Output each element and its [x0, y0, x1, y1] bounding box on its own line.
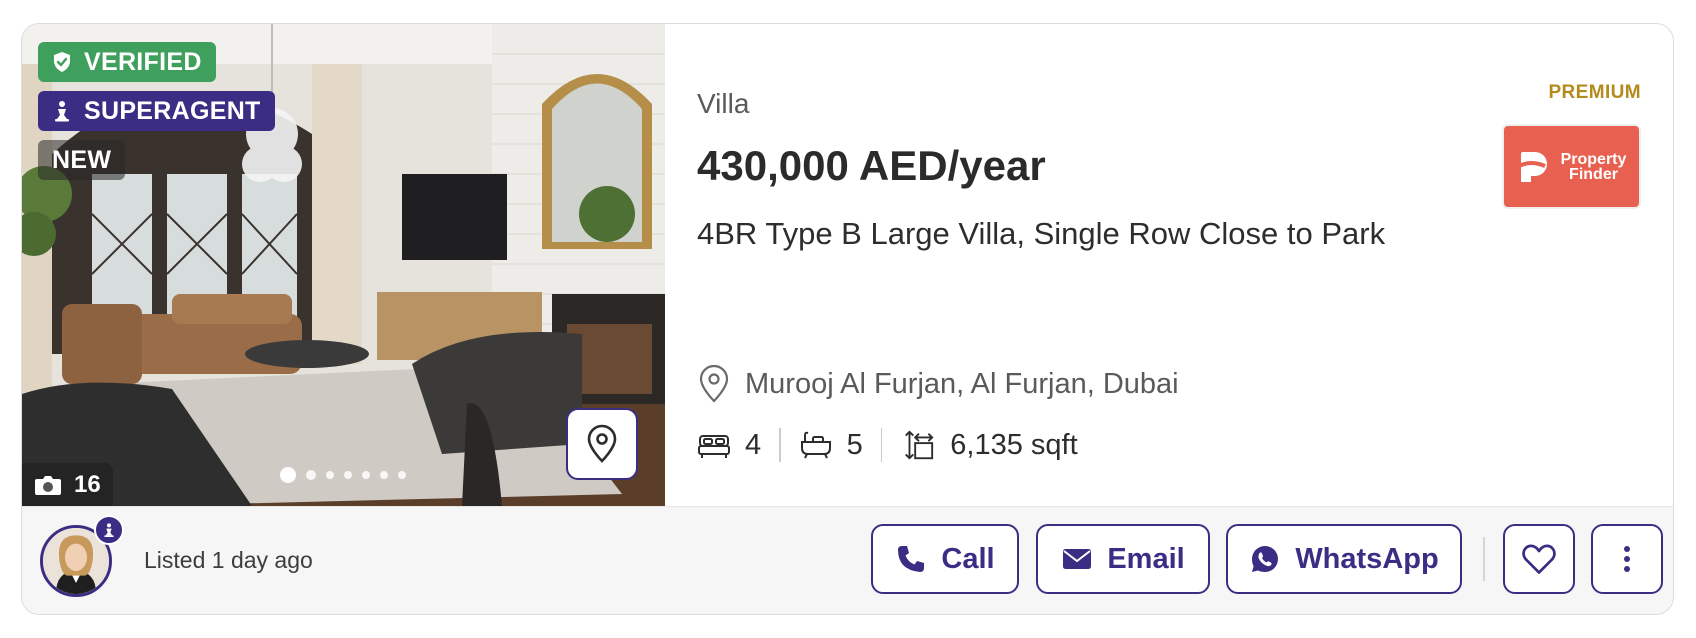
camera-icon: [35, 476, 61, 495]
bedrooms-value: 4: [745, 428, 762, 461]
property-location: Murooj Al Furjan, Al Furjan, Dubai: [697, 364, 1179, 404]
bed-icon: [698, 435, 730, 458]
whatsapp-button[interactable]: WhatsApp: [1226, 524, 1462, 594]
card-footer: Listed 1 day ago Call Email WhatsApp: [22, 506, 1673, 614]
bathrooms-spec: 5: [799, 428, 863, 462]
chess-pawn-icon: [55, 101, 69, 122]
property-photo[interactable]: VERIFIED SUPERAGENT NEW 16: [22, 24, 665, 506]
property-title[interactable]: 4BR Type B Large Villa, Single Row Close…: [697, 216, 1385, 252]
carousel-dot[interactable]: [280, 467, 296, 483]
carousel-dot[interactable]: [306, 470, 316, 480]
listed-time: Listed 1 day ago: [144, 547, 313, 573]
agency-logo[interactable]: Property Finder: [1502, 124, 1641, 209]
whatsapp-button-label: WhatsApp: [1295, 542, 1439, 575]
phone-icon: [898, 546, 925, 572]
heart-icon: [1522, 544, 1556, 574]
carousel-dot[interactable]: [326, 471, 334, 479]
area-icon: [905, 430, 934, 460]
map-pin-icon: [587, 424, 617, 463]
new-badge-label: NEW: [52, 145, 112, 174]
area-spec: 6,135 sqft: [900, 428, 1078, 462]
property-price: 430,000 AED/year: [697, 142, 1046, 189]
email-button-label: Email: [1107, 542, 1185, 575]
carousel-dot[interactable]: [362, 471, 370, 479]
shield-check-icon: [54, 52, 70, 72]
bedrooms-spec: 4: [697, 428, 761, 462]
premium-label: PREMIUM: [1548, 82, 1641, 103]
verified-badge: VERIFIED: [38, 42, 216, 82]
photo-count-value: 16: [74, 471, 101, 498]
email-button[interactable]: Email: [1036, 524, 1210, 594]
location-pin-icon: [699, 364, 729, 403]
carousel-dot[interactable]: [344, 471, 352, 479]
property-card[interactable]: VERIFIED SUPERAGENT NEW 16 Villa 430,000…: [21, 23, 1674, 615]
more-vertical-icon: [1624, 546, 1630, 572]
more-options-button[interactable]: [1591, 524, 1663, 594]
favorite-button[interactable]: [1503, 524, 1575, 594]
map-button[interactable]: [566, 408, 638, 480]
action-divider: [1483, 537, 1485, 581]
property-type: Villa: [697, 88, 750, 119]
photo-count: 16: [22, 463, 113, 506]
property-specs: 4 5 6,135 sqft: [697, 428, 1078, 462]
spec-divider: [779, 428, 781, 462]
superagent-badge-label: SUPERAGENT: [84, 96, 261, 125]
new-badge: NEW: [38, 140, 126, 180]
location-text: Murooj Al Furjan, Al Furjan, Dubai: [745, 367, 1179, 400]
carousel-dots[interactable]: [280, 467, 406, 483]
chess-pawn-icon: [104, 523, 114, 537]
call-button[interactable]: Call: [871, 524, 1019, 594]
bathrooms-value: 5: [846, 428, 863, 461]
area-value: 6,135 sqft: [950, 428, 1078, 461]
superagent-avatar-badge: [94, 515, 124, 545]
logo-text-line2: Finder: [1569, 165, 1618, 183]
verified-badge-label: VERIFIED: [84, 47, 202, 76]
carousel-dot[interactable]: [398, 471, 406, 479]
superagent-badge: SUPERAGENT: [38, 91, 275, 131]
bathtub-icon: [800, 431, 831, 459]
whatsapp-icon: [1252, 546, 1279, 572]
envelope-icon: [1063, 549, 1092, 569]
spec-divider: [880, 428, 883, 462]
property-finder-logo-icon: [1517, 151, 1547, 182]
carousel-dot[interactable]: [380, 471, 388, 479]
logo-text-line1: Property: [1560, 150, 1627, 168]
call-button-label: Call: [941, 542, 995, 575]
